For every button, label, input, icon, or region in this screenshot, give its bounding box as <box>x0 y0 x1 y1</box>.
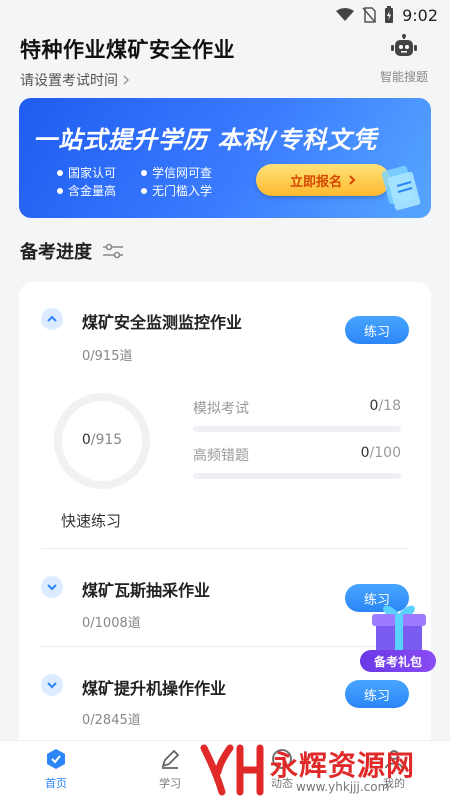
smart-search-button[interactable]: 智能搜题 <box>376 34 432 85</box>
subject-item: 煤矿安全监测监控作业 0/915道 练习 0/915 快速练习 模拟考试 0/18… <box>19 282 431 542</box>
collapse-toggle[interactable] <box>41 308 63 330</box>
chevron-down-icon <box>47 682 57 689</box>
watermark-url: www.yhkjjj.com <box>296 780 390 794</box>
chevron-right-icon <box>349 175 356 185</box>
expand-toggle[interactable] <box>41 674 63 696</box>
enroll-button-label: 立即报名 <box>289 174 342 190</box>
frequent-errors-value: 0/100 <box>360 445 401 461</box>
section-title: 备考进度 <box>20 238 124 264</box>
wifi-icon <box>336 8 355 21</box>
banner-feature-text: 学信网可查 <box>152 166 213 180</box>
gift-pack-button[interactable]: 备考礼包 <box>360 598 438 672</box>
mock-exam-stat[interactable]: 模拟考试 0/18 <box>193 398 401 432</box>
quick-practice-link[interactable]: 快速练习 <box>61 510 121 531</box>
chevron-right-icon <box>123 75 130 85</box>
expand-toggle[interactable] <box>41 576 63 598</box>
banner-feature: 学信网可查 <box>141 164 212 181</box>
tab-home-label: 首页 <box>45 777 67 790</box>
banner-feature: 国家认可 <box>57 164 116 181</box>
mock-exam-label: 模拟考试 <box>193 401 249 417</box>
frequent-errors-label: 高频错题 <box>193 448 249 464</box>
smart-search-label: 智能搜题 <box>379 70 428 84</box>
enroll-button[interactable]: 立即报名 <box>256 164 390 196</box>
tab-study[interactable]: 学习 <box>140 747 200 791</box>
battery-icon <box>385 6 394 23</box>
practice-button[interactable]: 练习 <box>345 680 409 708</box>
gift-box-icon <box>372 605 426 652</box>
tab-study-label: 学习 <box>159 777 181 790</box>
no-sim-icon <box>362 7 376 23</box>
document-icon <box>381 165 421 210</box>
gift-pack-label: 备考礼包 <box>360 650 436 672</box>
header: 特种作业煤矿安全作业 请设置考试时间 智能搜题 <box>20 34 432 94</box>
ring-progress-text: 0/915 <box>53 432 151 448</box>
bullet-icon <box>57 169 63 176</box>
bullet-icon <box>57 187 63 194</box>
promo-banner[interactable]: 一站式提升学历 本科/专科文凭 国家认可 学信网可查 含金量高 无门槛入学 立即… <box>19 98 431 218</box>
exam-time-link[interactable]: 请设置考试时间 <box>20 70 432 90</box>
frequent-errors-bar <box>193 473 401 479</box>
mock-exam-value: 0/18 <box>369 398 401 414</box>
ring-total: /915 <box>90 432 123 448</box>
subject-count: 0/915道 <box>82 349 133 364</box>
filter-settings-icon[interactable] <box>102 243 124 259</box>
pencil-icon <box>161 749 180 769</box>
subject-count: 0/1008道 <box>82 616 141 631</box>
watermark: 永辉资源网 www.yhkjjj.com <box>198 742 428 800</box>
subject-name[interactable]: 煤矿安全监测监控作业 <box>82 309 242 333</box>
progress-card: 煤矿安全监测监控作业 0/915道 练习 0/915 快速练习 模拟考试 0/18… <box>19 282 431 752</box>
ring-done: 0 <box>81 432 91 448</box>
tab-home[interactable]: 首页 <box>26 747 86 791</box>
frequent-errors-stat[interactable]: 高频错题 0/100 <box>193 445 401 479</box>
banner-feature: 含金量高 <box>57 182 116 199</box>
banner-feature-text: 无门槛入学 <box>152 184 213 198</box>
banner-headline: 一站式提升学历 本科/专科文凭 <box>33 126 378 154</box>
practice-button[interactable]: 练习 <box>345 316 409 344</box>
bullet-icon <box>141 187 147 194</box>
chevron-up-icon <box>47 315 57 322</box>
robot-icon <box>391 34 417 56</box>
chevron-down-icon <box>47 584 57 591</box>
clock: 9:02 <box>402 5 438 25</box>
exam-time-label: 请设置考试时间 <box>20 73 118 89</box>
page-title[interactable]: 特种作业煤矿安全作业 <box>20 34 432 64</box>
section-title-text: 备考进度 <box>20 242 92 263</box>
subject-name[interactable]: 煤矿瓦斯抽采作业 <box>82 577 210 601</box>
subject-name[interactable]: 煤矿提升机操作作业 <box>82 675 226 699</box>
watermark-text: 永辉资源网 <box>270 749 416 782</box>
banner-feature-text: 含金量高 <box>68 184 117 198</box>
watermark-logo-icon <box>200 744 264 796</box>
banner-feature: 无门槛入学 <box>141 182 212 199</box>
banner-feature-text: 国家认可 <box>68 166 117 180</box>
status-bar: 9:02 <box>0 0 450 30</box>
bullet-icon <box>141 169 147 176</box>
home-shield-icon <box>47 749 65 769</box>
mock-exam-bar <box>193 426 401 432</box>
subject-count: 0/2845道 <box>82 713 141 728</box>
